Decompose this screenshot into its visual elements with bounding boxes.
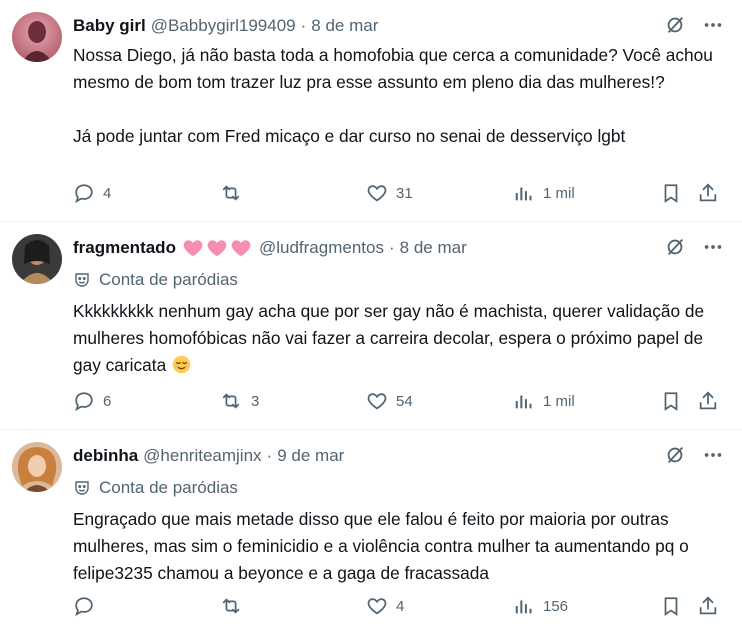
analytics-icon: [515, 395, 532, 409]
pink-heart-emoji-icon: [207, 240, 227, 257]
bookmark-icon: [664, 392, 678, 411]
tweet-header: fragmentado @ludfragmentos · 8 de mar: [73, 236, 467, 260]
user-handle[interactable]: @henriteamjinx: [143, 446, 261, 466]
tweet-top-actions: [664, 14, 724, 36]
separator-dot: ·: [266, 446, 273, 465]
tweet-text: Kkkkkkkkk nenhum gay acha que por ser ga…: [73, 298, 723, 379]
bookmark-button[interactable]: [660, 595, 682, 617]
repost-icon: [222, 393, 240, 409]
tweet-text: Nossa Diego, já não basta toda a homofob…: [73, 42, 723, 150]
heart-icon: [367, 185, 387, 202]
repost-button[interactable]: [219, 595, 251, 617]
views-button[interactable]: 1 mil: [513, 182, 575, 204]
tweet-text: Engraçado que mais metade disso que ele …: [73, 506, 723, 587]
relieved-face-emoji-icon: [172, 355, 191, 374]
separator-dot: ·: [300, 16, 307, 35]
timestamp[interactable]: 9 de mar: [277, 446, 344, 466]
repost-icon: [222, 598, 240, 614]
tweet-text-content: Nossa Diego, já não basta toda a homofob…: [73, 45, 713, 146]
tweet-top-actions: [664, 444, 724, 466]
share-button[interactable]: [697, 595, 719, 617]
reply-button[interactable]: 6: [73, 390, 111, 412]
reply-button[interactable]: [73, 595, 103, 617]
bookmark-icon: [664, 597, 678, 616]
pink-heart-emoji-icon: [231, 240, 251, 257]
reply-feed: Baby girl @Babbygirl199409 · 8 de mar No…: [0, 0, 742, 634]
tweet-actions: 6 3 54 1 mil: [73, 390, 723, 414]
reply-count: 6: [103, 392, 112, 410]
reply-icon: [75, 392, 93, 412]
reply-button[interactable]: 4: [73, 182, 111, 204]
timestamp[interactable]: 8 de mar: [311, 16, 378, 36]
more-icon[interactable]: [702, 444, 724, 466]
bookmark-button[interactable]: [660, 182, 682, 204]
user-handle[interactable]: @Babbygirl199409: [151, 16, 296, 36]
view-count: 1 mil: [543, 392, 575, 410]
bookmark-icon: [664, 184, 678, 203]
like-button[interactable]: 4: [366, 595, 404, 617]
separator-dot: ·: [388, 238, 395, 257]
tweet[interactable]: fragmentado @ludfragmentos · 8 de mar Co…: [0, 222, 742, 430]
tweet[interactable]: debinha @henriteamjinx · 9 de mar Conta …: [0, 430, 742, 634]
tweet-actions: 4 156: [73, 595, 723, 619]
share-button[interactable]: [697, 182, 719, 204]
like-count: 31: [396, 184, 413, 202]
parody-mask-icon: [75, 481, 89, 495]
tweet-text-content: Kkkkkkkkk nenhum gay acha que por ser ga…: [73, 301, 705, 375]
tweet-text-content: Engraçado que mais metade disso que ele …: [73, 509, 689, 583]
reply-count: 4: [103, 184, 112, 202]
grok-icon[interactable]: [664, 444, 686, 466]
repost-count: 3: [251, 392, 260, 410]
parody-label-text: Conta de paródias: [99, 270, 238, 289]
avatar[interactable]: [12, 442, 62, 492]
tweet-header: debinha @henriteamjinx · 9 de mar: [73, 444, 344, 468]
tweet-header: Baby girl @Babbygirl199409 · 8 de mar: [73, 14, 378, 38]
like-count: 54: [396, 392, 413, 410]
analytics-icon: [515, 187, 532, 201]
pink-heart-emoji-icon: [183, 240, 203, 257]
reply-icon: [75, 184, 93, 204]
grok-icon[interactable]: [664, 14, 686, 36]
like-button[interactable]: 31: [366, 182, 413, 204]
tweet-actions: 4 31 1 mil: [73, 182, 723, 206]
more-icon[interactable]: [702, 236, 724, 258]
timestamp[interactable]: 8 de mar: [400, 238, 467, 258]
tweet-top-actions: [664, 236, 724, 258]
parody-mask-icon: [75, 273, 89, 287]
heart-icon: [367, 598, 387, 615]
avatar[interactable]: [12, 12, 62, 62]
grok-icon[interactable]: [664, 236, 686, 258]
display-name[interactable]: fragmentado: [73, 238, 176, 258]
parody-label-text: Conta de paródias: [99, 478, 238, 497]
repost-icon: [222, 185, 240, 201]
like-button[interactable]: 54: [366, 390, 413, 412]
tweet[interactable]: Baby girl @Babbygirl199409 · 8 de mar No…: [0, 0, 742, 222]
like-count: 4: [396, 597, 405, 615]
view-count: 1 mil: [543, 184, 575, 202]
view-count: 156: [543, 597, 569, 615]
share-icon: [699, 596, 717, 615]
share-icon: [699, 391, 717, 410]
heart-icon: [367, 393, 387, 410]
avatar[interactable]: [12, 234, 62, 284]
analytics-icon: [515, 600, 532, 614]
reply-icon: [75, 597, 93, 617]
display-name[interactable]: Baby girl: [73, 16, 146, 36]
bookmark-button[interactable]: [660, 390, 682, 412]
repost-button[interactable]: 3: [219, 390, 259, 412]
user-handle[interactable]: @ludfragmentos: [259, 238, 384, 258]
heart-emojis: [182, 237, 252, 259]
display-name[interactable]: debinha: [73, 446, 138, 466]
repost-button[interactable]: [219, 182, 251, 204]
parody-label: Conta de paródias: [73, 269, 238, 291]
share-button[interactable]: [697, 390, 719, 412]
share-icon: [699, 183, 717, 202]
more-icon[interactable]: [702, 14, 724, 36]
views-button[interactable]: 156: [513, 595, 568, 617]
views-button[interactable]: 1 mil: [513, 390, 575, 412]
parody-label: Conta de paródias: [73, 477, 238, 499]
